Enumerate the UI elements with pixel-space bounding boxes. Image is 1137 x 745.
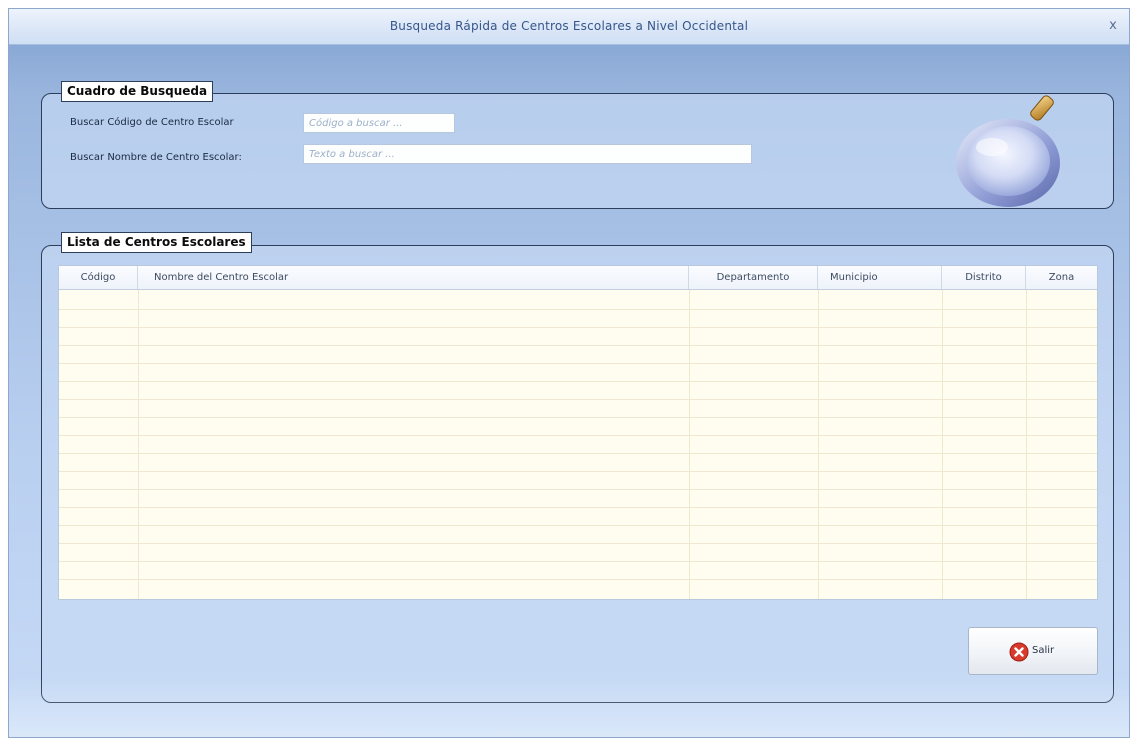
window-title: Busqueda Rápida de Centros Escolares a N… <box>389 19 749 33</box>
empty-row <box>59 417 1097 418</box>
empty-row <box>59 399 1097 400</box>
empty-row <box>59 345 1097 346</box>
column-header-name[interactable]: Nombre del Centro Escolar <box>138 266 689 289</box>
close-circle-icon <box>1009 642 1029 662</box>
empty-row <box>59 471 1097 472</box>
empty-row <box>59 453 1097 454</box>
grid-divider <box>138 290 139 599</box>
empty-row <box>59 363 1097 364</box>
empty-row <box>59 489 1097 490</box>
grid-divider <box>1026 290 1027 599</box>
name-search-input[interactable] <box>303 144 752 164</box>
close-button[interactable]: x <box>1105 18 1121 34</box>
empty-row <box>59 543 1097 544</box>
code-search-input[interactable] <box>303 113 455 133</box>
exit-button[interactable]: Salir <box>968 627 1098 675</box>
list-groupbox-legend: Lista de Centros Escolares <box>61 232 252 253</box>
column-header-department[interactable]: Departamento <box>689 266 818 289</box>
schools-table[interactable]: Código Nombre del Centro Escolar Departa… <box>58 265 1098 600</box>
column-header-zone[interactable]: Zona <box>1026 266 1097 289</box>
empty-row <box>59 381 1097 382</box>
search-groupbox-legend: Cuadro de Busqueda <box>61 81 214 102</box>
empty-row <box>59 507 1097 508</box>
column-header-district[interactable]: Distrito <box>942 266 1026 289</box>
column-header-municipality[interactable]: Municipio <box>818 266 942 289</box>
empty-row <box>59 435 1097 436</box>
name-label: Buscar Nombre de Centro Escolar: <box>70 152 242 163</box>
code-label: Buscar Código de Centro Escolar <box>70 117 234 128</box>
empty-row <box>59 561 1097 562</box>
empty-row <box>59 327 1097 328</box>
table-header: Código Nombre del Centro Escolar Departa… <box>59 266 1097 290</box>
search-window: Busqueda Rápida de Centros Escolares a N… <box>8 8 1130 738</box>
exit-button-label: Salir <box>1032 645 1055 656</box>
empty-row <box>59 525 1097 526</box>
empty-row <box>59 309 1097 310</box>
column-header-code[interactable]: Código <box>59 266 138 289</box>
title-bar: Busqueda Rápida de Centros Escolares a N… <box>9 9 1129 45</box>
grid-divider <box>689 290 690 599</box>
magnifier-icon <box>956 95 1060 207</box>
empty-row <box>59 579 1097 580</box>
grid-divider <box>818 290 819 599</box>
grid-divider <box>942 290 943 599</box>
